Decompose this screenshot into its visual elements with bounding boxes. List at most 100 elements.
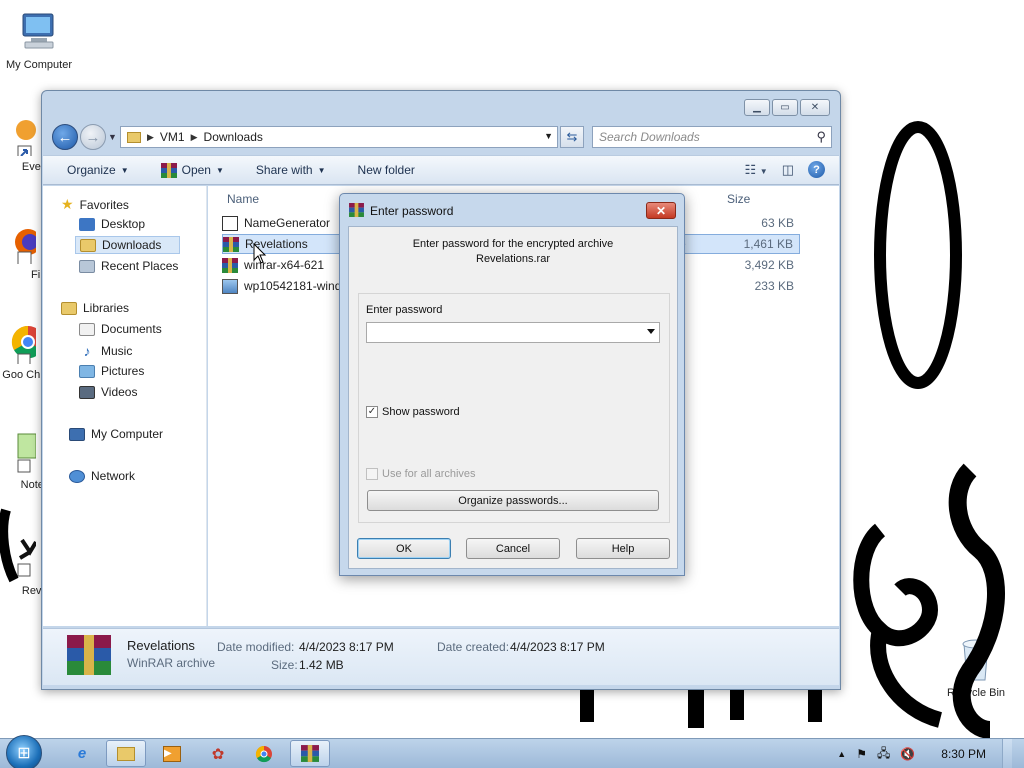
taskbar-media-player[interactable]: ▶ [152, 740, 192, 767]
file-size: 233 KB [754, 279, 794, 293]
preview-pane-button[interactable]: ◫ [782, 162, 794, 178]
nav-music[interactable]: ♪ Music [79, 343, 133, 359]
nav-pictures[interactable]: Pictures [79, 364, 144, 378]
winrar-icon [223, 236, 239, 252]
nav-recent-places[interactable]: Recent Places [79, 259, 178, 273]
help-icon[interactable]: ? [808, 161, 825, 178]
show-desktop-button[interactable] [1002, 739, 1012, 768]
password-label: Enter password [366, 304, 443, 316]
nav-downloads[interactable]: Downloads [75, 236, 181, 254]
open-button[interactable]: Open ▼ [160, 162, 224, 178]
minimize-icon: ▁ [753, 102, 761, 113]
archive-name: Revelations.rar [476, 253, 550, 265]
videos-icon [79, 385, 95, 399]
nav-libraries[interactable]: Libraries [61, 301, 129, 315]
windows-logo-icon: ⊞ [17, 745, 31, 762]
details-pane: Revelations WinRAR archive Date modified… [43, 628, 839, 685]
close-button[interactable]: ✕ [800, 99, 830, 116]
nav-videos[interactable]: Videos [79, 385, 137, 399]
use-for-all-label: Use for all archives [382, 468, 476, 480]
date-created-value: 4/4/2023 8:17 PM [510, 640, 605, 654]
details-file-type: WinRAR archive [127, 656, 216, 670]
search-icon[interactable]: ⚲ [816, 129, 826, 145]
folder-icon [127, 131, 141, 143]
nav-label: Recent Places [101, 259, 179, 273]
start-button[interactable]: ⊞ [6, 735, 42, 768]
view-options-button[interactable]: ☷ ▼ [745, 162, 768, 178]
arrow-right-icon: → [85, 128, 101, 146]
action-center-flag-icon[interactable]: ⚑ [856, 747, 867, 761]
nav-desktop[interactable]: Desktop [79, 217, 145, 231]
file-name: wp10542181-wind [244, 279, 342, 293]
taskbar-internet-explorer[interactable]: e [62, 740, 102, 767]
command-bar: Organize ▼ Open ▼ Share with ▼ New folde… [43, 155, 839, 185]
wallpaper-art [853, 121, 1005, 739]
maximize-button[interactable]: ▭ [772, 99, 798, 116]
password-input[interactable] [366, 322, 660, 343]
chevron-right-icon: ▶ [147, 131, 154, 142]
taskbar-winrar[interactable] [290, 740, 330, 767]
libraries-icon [61, 301, 77, 315]
help-button[interactable]: Help [576, 538, 670, 559]
taskbar-explorer[interactable] [106, 740, 146, 767]
system-tray: ▲ ⚑ 🖧 🔇 8:30 PM [837, 739, 1024, 768]
date-created-label: Date created: [437, 640, 510, 654]
enter-password-dialog: Enter password ✕ Enter password for the … [339, 193, 685, 576]
organize-button[interactable]: Organize ▼ [67, 163, 129, 177]
nav-label: Documents [101, 322, 162, 336]
recent-pages-dropdown[interactable]: ▼ [108, 132, 117, 142]
preview-pane-icon: ◫ [781, 161, 794, 177]
search-input[interactable]: Search Downloads ⚲ [592, 126, 832, 148]
column-header-name[interactable]: Name [227, 192, 259, 206]
image-file-icon [222, 278, 238, 294]
share-with-button[interactable]: Share with ▼ [256, 163, 326, 177]
show-hidden-icons-button[interactable]: ▲ [837, 749, 846, 759]
date-modified-value: 4/4/2023 8:17 PM [299, 640, 394, 654]
show-password-checkbox[interactable]: ✓ Show password [366, 406, 460, 418]
desktop-icon-my-computer[interactable]: My Computer [1, 10, 77, 71]
shortcut-icon [16, 120, 36, 160]
address-bar[interactable]: ▶ VM1 ▶ Downloads ▼ [120, 126, 558, 148]
ok-button[interactable]: OK [357, 538, 451, 559]
chevron-down-icon: ▼ [120, 165, 129, 175]
dialog-close-button[interactable]: ✕ [646, 202, 676, 219]
dialog-body: Enter password for the encrypted archive… [348, 226, 678, 569]
volume-muted-icon[interactable]: 🔇 [900, 747, 915, 761]
breadcrumb-item[interactable]: VM1 [160, 130, 185, 144]
chevron-down-icon[interactable] [647, 329, 655, 334]
refresh-button[interactable]: ⇆ [560, 126, 584, 148]
winrar-icon [349, 203, 364, 217]
network-tray-icon[interactable]: 🖧 [877, 744, 890, 765]
nav-documents[interactable]: Documents [79, 322, 162, 336]
size-value: 1.42 MB [299, 658, 344, 672]
dialog-message: Enter password for the encrypted archive… [349, 237, 677, 267]
minimize-button[interactable]: ▁ [744, 99, 770, 116]
taskbar-chrome[interactable] [244, 740, 284, 767]
chevron-down-icon: ▼ [759, 166, 768, 176]
organize-passwords-button[interactable]: Organize passwords... [367, 490, 659, 511]
application-icon [222, 215, 238, 231]
checkbox-checked-icon[interactable]: ✓ [366, 406, 378, 418]
nav-favorites[interactable]: ★ Favorites [61, 196, 129, 213]
forward-button[interactable]: → [80, 124, 106, 150]
chrome-icon [255, 745, 272, 762]
back-button[interactable]: ← [52, 124, 78, 150]
cancel-button[interactable]: Cancel [466, 538, 560, 559]
open-label: Open [181, 163, 211, 177]
breadcrumb-item[interactable]: Downloads [204, 130, 263, 144]
internet-explorer-icon: e [77, 745, 87, 762]
clock[interactable]: 8:30 PM [941, 747, 986, 761]
new-folder-button[interactable]: New folder [358, 163, 415, 177]
use-for-all-archives-checkbox: Use for all archives [366, 468, 476, 480]
password-group: Enter password ✓ Show password Use for a… [358, 293, 670, 523]
nav-my-computer[interactable]: My Computer [69, 427, 163, 441]
column-header-size[interactable]: Size [727, 192, 750, 206]
nav-network[interactable]: Network [69, 469, 135, 483]
search-placeholder: Search Downloads [599, 130, 700, 144]
chevron-down-icon[interactable]: ▼ [544, 131, 553, 141]
navigation-bar: ← → ▼ ▶ VM1 ▶ Downloads ▼ ⇆ Search Downl… [50, 123, 832, 151]
taskbar-paint[interactable]: ✿ [198, 740, 238, 767]
nav-label: Favorites [79, 197, 129, 212]
winrar-icon [301, 745, 319, 762]
notepad-icon [17, 433, 37, 473]
